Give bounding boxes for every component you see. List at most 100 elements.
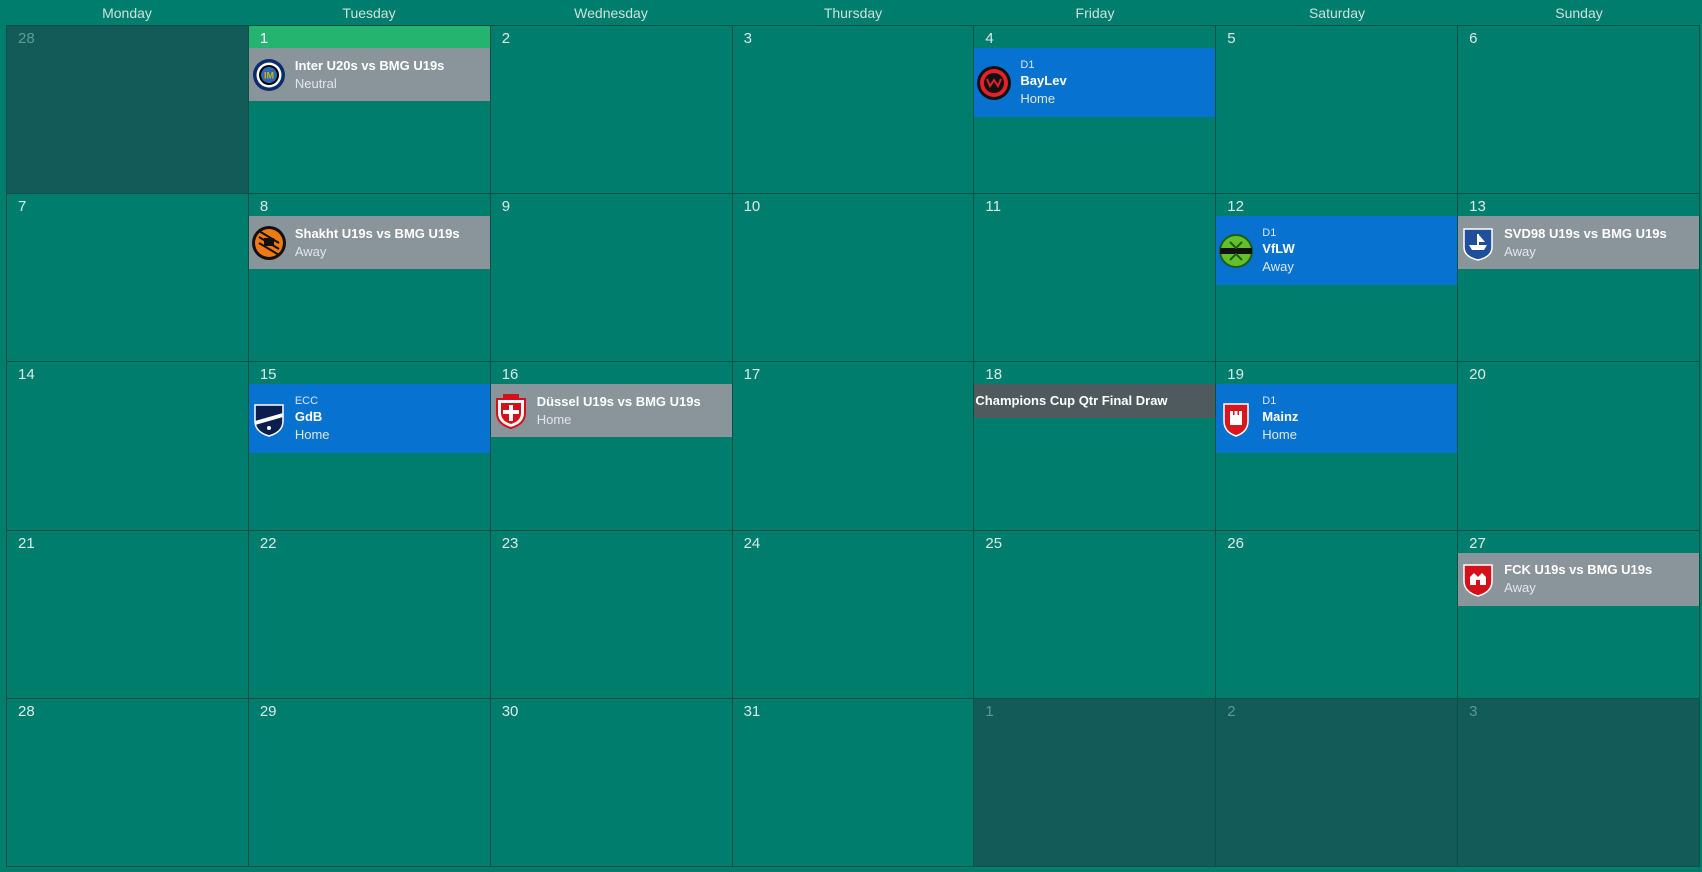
day-cell-12[interactable]: 12 D1 VfLW Away: [1216, 194, 1459, 363]
weekday-monday: Monday: [102, 5, 152, 21]
weekday-saturday: Saturday: [1308, 5, 1366, 21]
event-venue: Neutral: [294, 75, 337, 91]
day-cell-23[interactable]: 23: [490, 530, 733, 699]
event-dussel-u19s-vs-bmg-u19s[interactable]: Düssel U19s vs BMG U19s Home: [490, 384, 732, 438]
day-number: 30: [501, 702, 519, 720]
day-cell-next-2[interactable]: 2: [1216, 698, 1459, 867]
day-number: 8: [259, 198, 269, 216]
day-number: 2: [501, 30, 511, 47]
day-number: 19: [1227, 366, 1244, 384]
day-cell-15[interactable]: 15 ECC GdB Home: [248, 362, 491, 531]
event-title: VfLW: [1262, 240, 1295, 256]
event-mainz-match[interactable]: D1 Mainz Home: [1216, 384, 1458, 454]
event-vflw-match[interactable]: D1 VfLW Away: [1216, 216, 1458, 286]
day-cell-26[interactable]: 26: [1216, 530, 1459, 699]
dusseldorf-crest-icon: [493, 393, 529, 429]
day-cell-2[interactable]: 2: [490, 26, 733, 195]
day-cell-18[interactable]: 18 Champions Cup Qtr Final Draw: [974, 362, 1217, 531]
day-cell-10[interactable]: 10: [732, 194, 975, 363]
day-cell-17[interactable]: 17: [732, 362, 975, 531]
day-number: 9: [501, 198, 511, 216]
svg-text:IM: IM: [264, 70, 274, 80]
day-cell-7[interactable]: 7: [7, 194, 249, 363]
calendar-month-view: Monday Tuesday Wednesday Thursday Friday…: [0, 0, 1702, 872]
event-title: GdB: [294, 408, 323, 424]
event-shakht-u19s-vs-bmg-u19s[interactable]: Shakht U19s vs BMG U19s Away: [248, 216, 490, 270]
day-cell-19[interactable]: 19 D1 Mainz Home: [1216, 362, 1459, 531]
day-cell-30[interactable]: 30: [490, 698, 733, 867]
event-champions-cup-draw[interactable]: Champions Cup Qtr Final Draw: [974, 384, 1216, 419]
day-cell-22[interactable]: 22: [248, 530, 491, 699]
day-cell-25[interactable]: 25: [974, 530, 1217, 699]
event-svd98-u19s-vs-bmg-u19s[interactable]: SVD98 U19s vs BMG U19s Away: [1458, 216, 1699, 270]
event-title: Champions Cup Qtr Final Draw: [975, 393, 1168, 409]
day-cell-1[interactable]: 1 IM Inter U20s vs BMG U19s Neutral: [248, 26, 491, 195]
event-competition: D1: [1262, 394, 1277, 407]
event-title: SVD98 U19s vs BMG U19s: [1504, 225, 1667, 241]
day-cell-8[interactable]: 8 Shakht U19s vs BMG U19s Away: [248, 194, 491, 363]
day-number: 10: [743, 198, 761, 216]
event-venue: Away: [294, 243, 327, 259]
day-number: 26: [1227, 534, 1244, 552]
day-number: 3: [743, 30, 752, 47]
day-cell-31[interactable]: 31: [732, 698, 975, 867]
day-cell-4[interactable]: 4 D1 BayLev Home: [974, 26, 1217, 195]
day-cell-prev-28[interactable]: 28: [7, 26, 249, 195]
shakhtar-crest-icon: [251, 225, 287, 261]
weekday-friday: Friday: [1075, 5, 1115, 21]
day-cell-next-1[interactable]: 1: [974, 698, 1217, 867]
event-venue: Home: [1262, 426, 1297, 442]
weekday-tuesday: Tuesday: [342, 5, 396, 21]
event-venue: Away: [1262, 258, 1294, 274]
day-number: 13: [1469, 198, 1486, 216]
day-number: 1: [985, 702, 994, 720]
day-cell-13[interactable]: 13 SVD98 U19s vs BMG U19s Away: [1458, 194, 1700, 363]
bordeaux-crest-icon: [251, 401, 287, 437]
day-number: 16: [501, 366, 519, 384]
darmstadt-crest-icon: [1460, 225, 1496, 261]
day-number: 25: [985, 534, 1003, 552]
day-cell-11[interactable]: 11: [974, 194, 1217, 363]
day-cell-29[interactable]: 29: [248, 698, 491, 867]
day-cell-6[interactable]: 6: [1458, 26, 1700, 195]
event-title: FCK U19s vs BMG U19s: [1504, 562, 1653, 578]
event-gdb-match[interactable]: ECC GdB Home: [248, 384, 490, 454]
event-fck-u19s-vs-bmg-u19s[interactable]: FCK U19s vs BMG U19s Away: [1458, 552, 1699, 606]
day-cell-28[interactable]: 28: [7, 698, 249, 867]
event-venue: Home: [536, 411, 572, 427]
day-number: 15: [259, 366, 277, 384]
inter-crest-icon: IM: [251, 57, 287, 93]
event-baylev-match[interactable]: D1 BayLev Home: [974, 48, 1216, 117]
day-number: 20: [1469, 366, 1486, 384]
day-cell-next-3[interactable]: 3: [1458, 698, 1700, 867]
day-cell-9[interactable]: 9: [490, 194, 733, 363]
kaiserslautern-crest-icon: [1460, 561, 1496, 597]
event-title: Mainz: [1262, 408, 1299, 424]
day-cell-16[interactable]: 16 Düssel U19s vs BMG U19s Home: [490, 362, 733, 531]
day-number: 22: [259, 534, 277, 552]
day-cell-14[interactable]: 14: [7, 362, 249, 531]
day-number: 6: [1469, 30, 1478, 47]
day-number: 14: [18, 366, 35, 384]
mainz-crest-icon: [1218, 401, 1254, 437]
day-number: 18: [985, 366, 1003, 384]
day-cell-24[interactable]: 24: [732, 530, 975, 699]
event-title: Inter U20s vs BMG U19s: [294, 57, 445, 73]
day-cell-3[interactable]: 3: [732, 26, 975, 195]
day-number: 21: [18, 534, 35, 552]
weekday-sunday: Sunday: [1555, 5, 1603, 21]
event-title: Düssel U19s vs BMG U19s: [536, 393, 701, 409]
today-highlight: [248, 26, 490, 48]
day-number: 12: [1227, 198, 1244, 216]
day-cell-20[interactable]: 20: [1458, 362, 1700, 531]
day-number: 2: [1227, 702, 1236, 720]
event-inter-u20s-vs-bmg-u19s[interactable]: IM Inter U20s vs BMG U19s Neutral: [248, 48, 490, 101]
day-cell-5[interactable]: 5: [1216, 26, 1459, 195]
event-competition: D1: [1262, 226, 1277, 239]
day-cell-27[interactable]: 27 FCK U19s vs BMG U19s Away: [1458, 530, 1700, 699]
day-cell-21[interactable]: 21: [7, 530, 249, 699]
weekday-header: Monday Tuesday Wednesday Thursday Friday…: [6, 0, 1700, 25]
weekday-wednesday: Wednesday: [574, 5, 648, 21]
day-number: 28: [18, 30, 35, 47]
event-title: BayLev: [1020, 72, 1067, 88]
